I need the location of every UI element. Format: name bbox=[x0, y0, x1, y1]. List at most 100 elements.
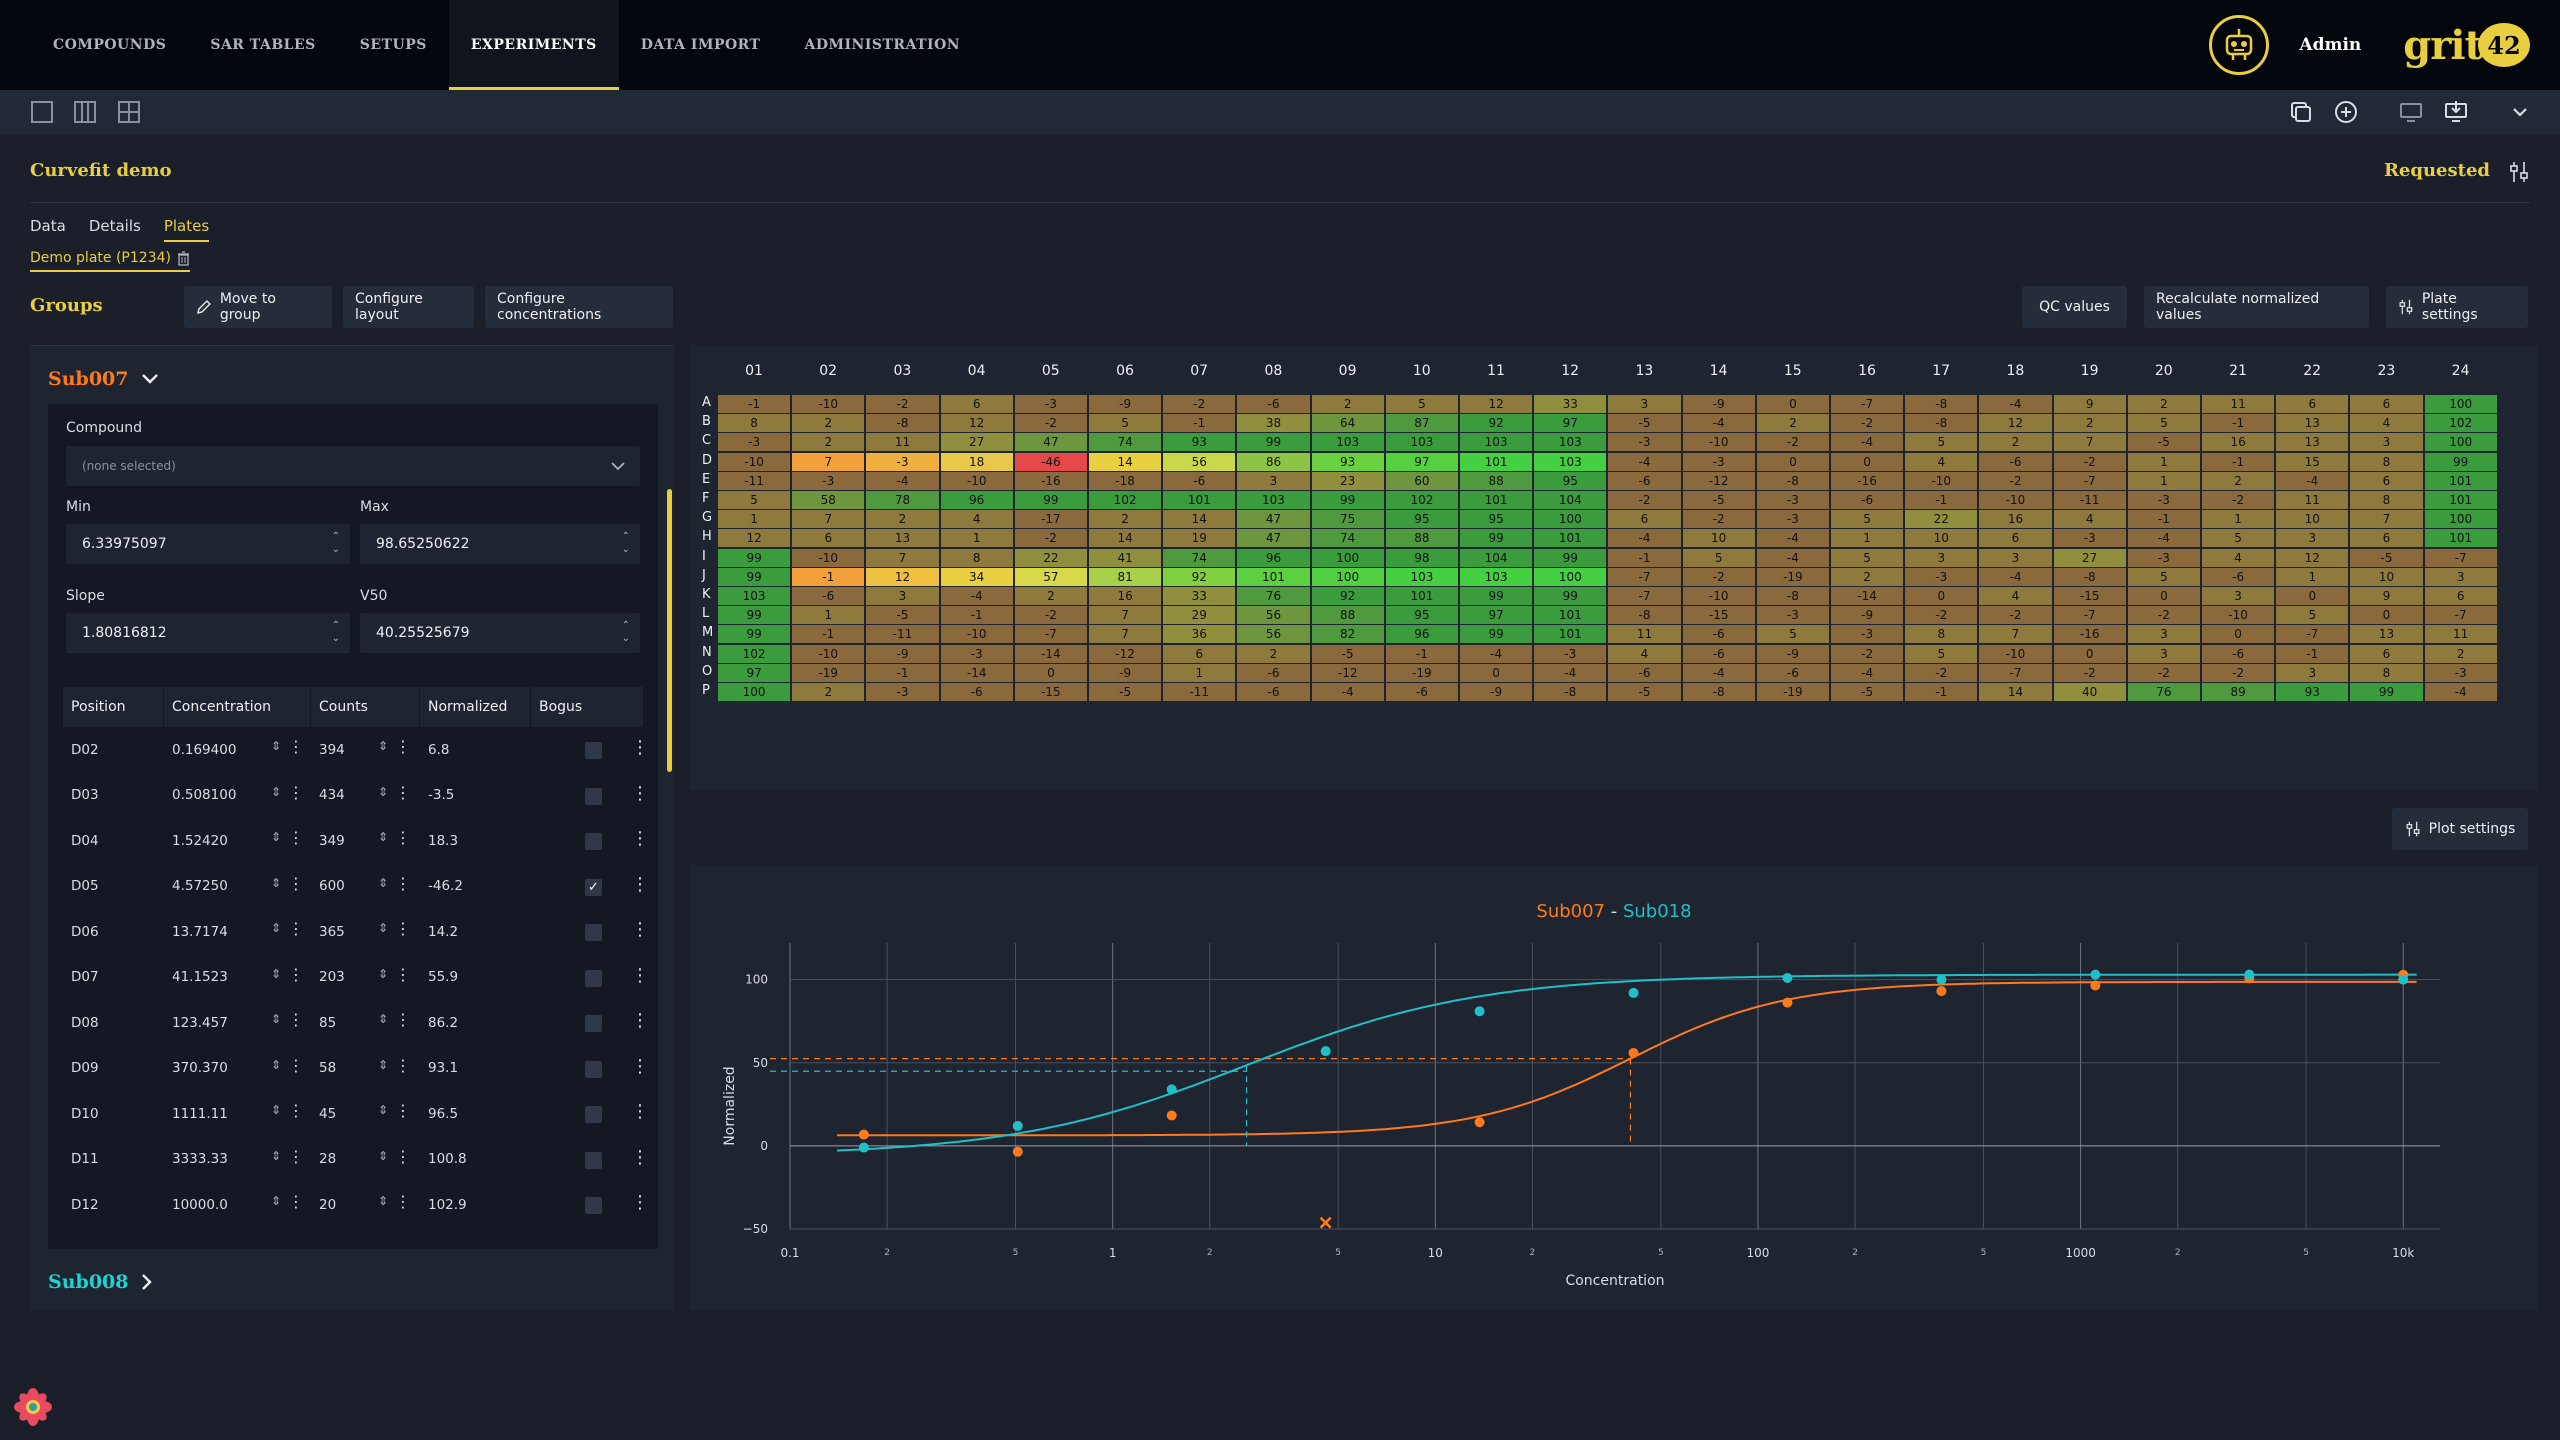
plate-settings-button[interactable]: Plate settings bbox=[2386, 286, 2528, 328]
heatmap-cell[interactable]: -11 bbox=[866, 625, 939, 644]
heatmap-cell[interactable]: 6 bbox=[1979, 529, 2052, 548]
counts-stepper[interactable]: ⇕ bbox=[378, 1149, 388, 1163]
heatmap-cell[interactable]: 2 bbox=[866, 510, 939, 529]
heatmap-cell[interactable]: 5 bbox=[2127, 414, 2200, 433]
heatmap-cell[interactable]: 23 bbox=[1311, 471, 1384, 490]
heatmap-cell[interactable]: 101 bbox=[1163, 491, 1236, 509]
heatmap-cell[interactable]: -4 bbox=[1979, 567, 2052, 586]
heatmap-cell[interactable]: 47 bbox=[1014, 433, 1087, 452]
heatmap-cell[interactable]: -5 bbox=[2350, 548, 2423, 567]
heatmap-cell[interactable]: 95 bbox=[1460, 510, 1533, 529]
heatmap-cell[interactable]: -2 bbox=[2053, 452, 2126, 471]
heatmap-cell[interactable]: -17 bbox=[1014, 510, 1087, 529]
heatmap-cell[interactable]: 56 bbox=[1163, 452, 1236, 471]
row-menu-icon[interactable]: ⋮ bbox=[631, 828, 649, 849]
heatmap-cell[interactable]: 102 bbox=[2424, 414, 2497, 433]
user-name[interactable]: Admin bbox=[2299, 35, 2361, 55]
heatmap-cell[interactable]: 93 bbox=[1311, 452, 1384, 471]
heatmap-cell[interactable]: 0 bbox=[1014, 663, 1087, 682]
heatmap-cell[interactable]: 22 bbox=[1905, 510, 1978, 529]
heatmap-cell[interactable]: -7 bbox=[2276, 625, 2349, 644]
heatmap-cell[interactable]: 14 bbox=[1089, 452, 1162, 471]
heatmap-cell[interactable]: 4 bbox=[1608, 644, 1681, 663]
row-menu-icon[interactable]: ⋮ bbox=[631, 1101, 649, 1122]
heatmap-cell[interactable]: 103 bbox=[1385, 567, 1458, 586]
heatmap-cell[interactable]: 1 bbox=[792, 606, 865, 625]
heatmap-cell[interactable]: -3 bbox=[1534, 644, 1607, 663]
table-row[interactable]: D04 1.52420 349 18.3 ⇕ ⋮ ⇕ ⋮ ⋮ bbox=[63, 818, 649, 864]
heatmap-cell[interactable]: 8 bbox=[940, 548, 1013, 567]
heatmap-cell[interactable]: 104 bbox=[1534, 491, 1607, 509]
row-menu-icon[interactable]: ⋮ bbox=[631, 919, 649, 940]
heatmap-cell[interactable]: 18 bbox=[940, 452, 1013, 471]
heatmap-cell[interactable]: -9 bbox=[1089, 395, 1162, 413]
heatmap-cell[interactable]: 2 bbox=[2127, 395, 2200, 413]
counts-stepper[interactable]: ⇕ bbox=[378, 1103, 388, 1117]
heatmap-cell[interactable]: 12 bbox=[2276, 548, 2349, 567]
table-row[interactable]: D07 41.1523 203 55.9 ⇕ ⋮ ⇕ ⋮ ⋮ bbox=[63, 955, 649, 1001]
heatmap-cell[interactable]: -10 bbox=[792, 395, 865, 413]
nav-compounds[interactable]: COMPOUNDS bbox=[31, 0, 188, 90]
counts-stepper[interactable]: ⇕ bbox=[378, 1058, 388, 1072]
heatmap-cell[interactable]: 7 bbox=[792, 452, 865, 471]
heatmap-cell[interactable]: 101 bbox=[1534, 529, 1607, 548]
heatmap-cell[interactable]: 7 bbox=[1979, 625, 2052, 644]
heatmap-cell[interactable]: 2 bbox=[2202, 471, 2275, 490]
configure-layout-button[interactable]: Configure layout bbox=[343, 286, 474, 328]
heatmap-cell[interactable]: 3 bbox=[2127, 625, 2200, 644]
heatmap-cell[interactable]: -3 bbox=[2127, 491, 2200, 509]
heatmap-cell[interactable]: -14 bbox=[1014, 644, 1087, 663]
add-circle-icon[interactable] bbox=[2333, 99, 2359, 125]
heatmap-cell[interactable]: -2 bbox=[1014, 606, 1087, 625]
heatmap-cell[interactable]: -11 bbox=[1163, 683, 1236, 701]
heatmap-cell[interactable]: 2 bbox=[1237, 644, 1310, 663]
heatmap-cell[interactable]: 11 bbox=[866, 433, 939, 452]
heatmap-cell[interactable]: 10 bbox=[2350, 567, 2423, 586]
counts-menu-icon[interactable]: ⋮ bbox=[395, 737, 411, 756]
heatmap-cell[interactable]: -2 bbox=[2127, 606, 2200, 625]
heatmap-cell[interactable]: 13 bbox=[866, 529, 939, 548]
monitor-icon[interactable] bbox=[2398, 99, 2424, 125]
heatmap-cell[interactable]: -2 bbox=[2053, 663, 2126, 682]
heatmap-cell[interactable]: 3 bbox=[2276, 663, 2349, 682]
three-columns-icon[interactable] bbox=[72, 99, 98, 125]
heatmap-cell[interactable]: -3 bbox=[1014, 395, 1087, 413]
concentration-menu-icon[interactable]: ⋮ bbox=[288, 1192, 304, 1211]
heatmap-cell[interactable]: 27 bbox=[2053, 548, 2126, 567]
heatmap-cell[interactable]: -4 bbox=[1460, 644, 1533, 663]
heatmap-cell[interactable]: 0 bbox=[2350, 606, 2423, 625]
table-row[interactable]: D06 13.7174 365 14.2 ⇕ ⋮ ⇕ ⋮ ⋮ bbox=[63, 909, 649, 955]
slope-stepper[interactable]: ⌃ ⌄ bbox=[332, 619, 340, 645]
heatmap-cell[interactable]: 12 bbox=[1460, 395, 1533, 413]
heatmap-cell[interactable]: -5 bbox=[2127, 433, 2200, 452]
table-row[interactable]: D10 1111.11 45 96.5 ⇕ ⋮ ⇕ ⋮ ⋮ bbox=[63, 1091, 649, 1137]
heatmap-cell[interactable]: -7 bbox=[2424, 548, 2497, 567]
counts-stepper[interactable]: ⇕ bbox=[378, 921, 388, 935]
heatmap-cell[interactable]: 3 bbox=[1608, 395, 1681, 413]
heatmap-cell[interactable]: 100 bbox=[2424, 395, 2497, 413]
heatmap-cell[interactable]: 101 bbox=[1534, 606, 1607, 625]
heatmap-cell[interactable]: 5 bbox=[2276, 606, 2349, 625]
heatmap-cell[interactable]: 88 bbox=[1311, 606, 1384, 625]
heatmap-cell[interactable]: 11 bbox=[2276, 491, 2349, 509]
scrollbar-thumb[interactable] bbox=[667, 489, 672, 772]
heatmap-cell[interactable]: 1 bbox=[2127, 452, 2200, 471]
heatmap-cell[interactable]: 74 bbox=[1311, 529, 1384, 548]
row-menu-icon[interactable]: ⋮ bbox=[631, 1192, 649, 1213]
heatmap-cell[interactable]: -7 bbox=[2053, 471, 2126, 490]
heatmap-cell[interactable]: 100 bbox=[2424, 433, 2497, 452]
heatmap-cell[interactable]: -19 bbox=[1756, 683, 1829, 701]
heatmap-cell[interactable]: -2 bbox=[1756, 433, 1829, 452]
heatmap-cell[interactable]: -16 bbox=[1014, 471, 1087, 490]
heatmap-cell[interactable]: 10 bbox=[1682, 529, 1755, 548]
heatmap-cell[interactable]: -6 bbox=[1756, 663, 1829, 682]
heatmap-cell[interactable]: -8 bbox=[2053, 567, 2126, 586]
heatmap-cell[interactable]: -8 bbox=[1905, 395, 1978, 413]
heatmap-cell[interactable]: 101 bbox=[2424, 491, 2497, 509]
concentration-menu-icon[interactable]: ⋮ bbox=[288, 919, 304, 938]
heatmap-cell[interactable]: 7 bbox=[1089, 625, 1162, 644]
row-menu-icon[interactable]: ⋮ bbox=[631, 874, 649, 895]
heatmap-cell[interactable]: -6 bbox=[2202, 644, 2275, 663]
concentration-menu-icon[interactable]: ⋮ bbox=[288, 737, 304, 756]
heatmap-cell[interactable]: 14 bbox=[1979, 683, 2052, 701]
